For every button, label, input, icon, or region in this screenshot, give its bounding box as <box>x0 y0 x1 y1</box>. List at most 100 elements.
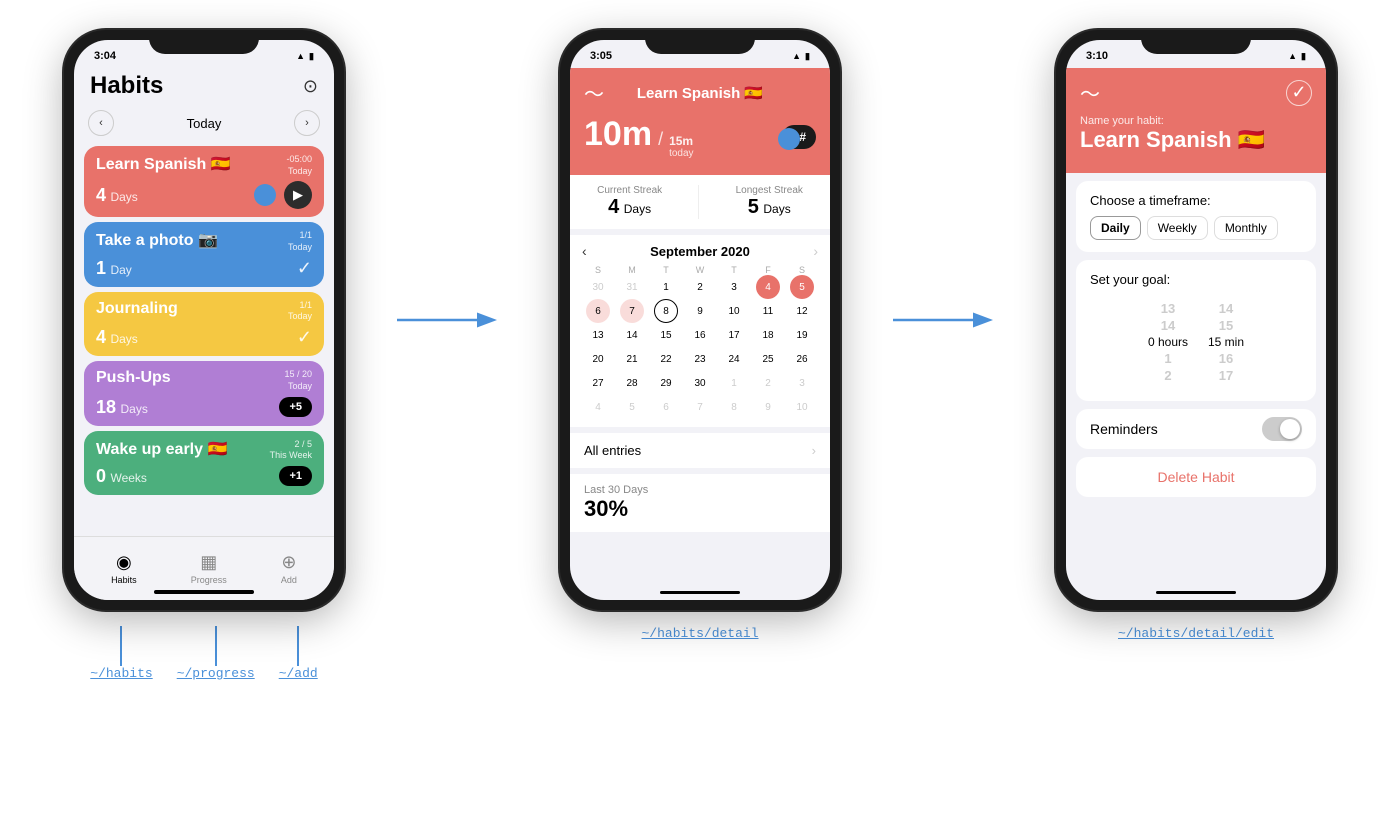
label-group-2: ~/habits/detail <box>560 626 840 641</box>
cal-day[interactable]: 9 <box>688 299 712 323</box>
cal-day-highlight[interactable]: 4 <box>756 275 780 299</box>
timeframe-weekly[interactable]: Weekly <box>1147 216 1208 240</box>
cal-day[interactable]: 2 <box>688 275 712 299</box>
cal-month: September 2020 <box>650 244 750 259</box>
cal-day-highlight[interactable]: 5 <box>790 275 814 299</box>
habit-card-photo[interactable]: Take a photo 📷 1/1 Today 1 Day ✓ <box>84 222 324 286</box>
habit-plus-4[interactable]: +5 <box>279 397 312 417</box>
cal-day[interactable]: 7 <box>620 299 644 323</box>
phone-3-screen: 3:10 ▲ ▮ 〜 ✓ Name your habit: Learn Span… <box>1066 40 1326 600</box>
route-col-progress: ~/progress <box>177 626 255 681</box>
detail-header-top: 〜 Learn Spanish 🇪🇸 <box>584 78 816 107</box>
cal-next-icon[interactable]: › <box>813 243 818 259</box>
cal-week-5: 27 28 29 30 1 2 3 <box>582 371 818 395</box>
route-edit: ~/habits/detail/edit <box>1118 626 1274 641</box>
nav-next-btn[interactable]: › <box>294 110 320 136</box>
arrow-svg-2 <box>888 300 998 340</box>
wifi-icon-3: ▲ <box>1288 51 1297 61</box>
cal-day[interactable]: 30 <box>586 275 610 299</box>
cal-day[interactable]: 3 <box>722 275 746 299</box>
reminders-label: Reminders <box>1090 421 1158 437</box>
tab-progress[interactable]: ▦ Progress <box>191 552 227 585</box>
habit-name-1: Learn Spanish 🇪🇸 <box>96 154 231 174</box>
cal-day-today[interactable]: 8 <box>654 299 678 323</box>
habit-check-3[interactable]: ✓ <box>297 327 312 348</box>
habit-meta-3: 1/1 Today <box>288 300 312 323</box>
tab-habits[interactable]: ◉ Habits <box>111 552 137 585</box>
toggle-knob <box>1280 419 1300 439</box>
habit-plus-5[interactable]: +1 <box>279 466 312 486</box>
cal-day[interactable]: 31 <box>620 275 644 299</box>
cal-week-6: 4 5 6 7 8 9 10 <box>582 395 818 419</box>
picker-min-value[interactable]: 15 min <box>1208 335 1244 349</box>
timeframe-daily[interactable]: Daily <box>1090 216 1141 240</box>
edit-back-icon[interactable]: 〜 <box>1080 78 1100 107</box>
streak-current: Current Streak 4 Days <box>597 185 662 219</box>
cal-prev-icon[interactable]: ‹ <box>582 243 587 259</box>
habit-card-top-3: Journaling 1/1 Today <box>96 300 312 323</box>
habit-count-2: 1 Day <box>96 258 132 279</box>
nav-prev-btn[interactable]: ‹ <box>88 110 114 136</box>
habit-card-top-4: Push-Ups 15 / 20 Today <box>96 369 312 392</box>
detail-header: 〜 Learn Spanish 🇪🇸 10m / 15m today +# <box>570 68 830 175</box>
habit-bottom-2: 1 Day ✓ <box>96 258 312 279</box>
detail-time-row: 10m / 15m today <box>584 115 694 159</box>
delete-habit-btn[interactable]: Delete Habit <box>1076 457 1316 497</box>
streak-longest-unit: Days <box>763 202 790 216</box>
tab-progress-label: Progress <box>191 575 227 585</box>
edit-header: 〜 ✓ Name your habit: Learn Spanish 🇪🇸 <box>1066 68 1326 173</box>
cal-day[interactable]: 11 <box>756 299 780 323</box>
notch-3 <box>1141 30 1251 54</box>
cal-day[interactable]: 6 <box>586 299 610 323</box>
habit-card-wakeup[interactable]: Wake up early 🇪🇸 2 / 5 This Week 0 Weeks… <box>84 431 324 495</box>
edit-name[interactable]: Learn Spanish 🇪🇸 <box>1080 127 1312 153</box>
habit-count-3: 4 Days <box>96 327 138 348</box>
goal-section: Set your goal: 13 14 0 hours 1 2 14 15 1… <box>1076 260 1316 401</box>
habit-meta-2: 1/1 Today <box>288 230 312 253</box>
habit-bottom-5: 0 Weeks +1 <box>96 466 312 487</box>
habit-name-2: Take a photo 📷 <box>96 230 218 250</box>
picker-hours: 13 14 0 hours 1 2 <box>1148 301 1188 383</box>
blue-dot-2 <box>778 128 800 150</box>
cal-days-header: S M T W T F S <box>582 265 818 275</box>
edit-check-icon[interactable]: ✓ <box>1286 80 1312 106</box>
reminders-toggle[interactable] <box>1262 417 1302 441</box>
goal-label: Set your goal: <box>1090 272 1302 287</box>
habit-card-top-5: Wake up early 🇪🇸 2 / 5 This Week <box>96 439 312 462</box>
settings-icon[interactable]: ⊙ <box>303 76 318 97</box>
habit-count-5: 0 Weeks <box>96 466 147 487</box>
habits-title: Habits <box>90 72 163 100</box>
cal-day[interactable]: 1 <box>654 275 678 299</box>
detail-title: Learn Spanish 🇪🇸 <box>604 84 796 102</box>
cal-header: ‹ September 2020 › <box>582 243 818 259</box>
habit-card-journaling[interactable]: Journaling 1/1 Today 4 Days ✓ <box>84 292 324 356</box>
all-entries-row[interactable]: All entries › <box>570 433 830 468</box>
picker-hours-value[interactable]: 0 hours <box>1148 335 1188 349</box>
habit-card-top-2: Take a photo 📷 1/1 Today <box>96 230 312 253</box>
status-icons-2: ▲ ▮ <box>792 51 810 62</box>
tab-add[interactable]: ⊕ Add <box>281 552 297 585</box>
battery-icon-3: ▮ <box>1301 51 1306 62</box>
route-line-add <box>297 626 299 666</box>
edit-header-top: 〜 ✓ <box>1080 78 1312 107</box>
habit-count-1: 4 Days <box>96 185 138 206</box>
habit-card-learn-spanish[interactable]: Learn Spanish 🇪🇸 -05:00 Today 4 Days ▶ <box>84 146 324 217</box>
habit-check-2[interactable]: ✓ <box>297 258 312 279</box>
timeframe-label: Choose a timeframe: <box>1090 193 1302 208</box>
route-progress: ~/progress <box>177 666 255 681</box>
phone-2-screen: 3:05 ▲ ▮ 〜 Learn Spanish 🇪🇸 10m / <box>570 40 830 600</box>
cal-day[interactable]: 10 <box>722 299 746 323</box>
blue-dot-1 <box>254 184 276 206</box>
habit-bottom-4: 18 Days +5 <box>96 397 312 418</box>
habit-card-pushups[interactable]: Push-Ups 15 / 20 Today 18 Days +5 <box>84 361 324 425</box>
detail-back-icon[interactable]: 〜 <box>584 78 604 107</box>
battery-icon: ▮ <box>309 51 314 62</box>
picker-min: 14 15 15 min 16 17 <box>1208 301 1244 383</box>
timeframe-section: Choose a timeframe: Daily Weekly Monthly <box>1076 181 1316 252</box>
detail-time-big: 10m <box>584 115 652 154</box>
habit-meta-1: -05:00 Today <box>286 154 312 177</box>
habit-arrow-1[interactable]: ▶ <box>284 181 312 209</box>
cal-day[interactable]: 12 <box>790 299 814 323</box>
timeframe-monthly[interactable]: Monthly <box>1214 216 1278 240</box>
status-time-2: 3:05 <box>590 50 612 62</box>
